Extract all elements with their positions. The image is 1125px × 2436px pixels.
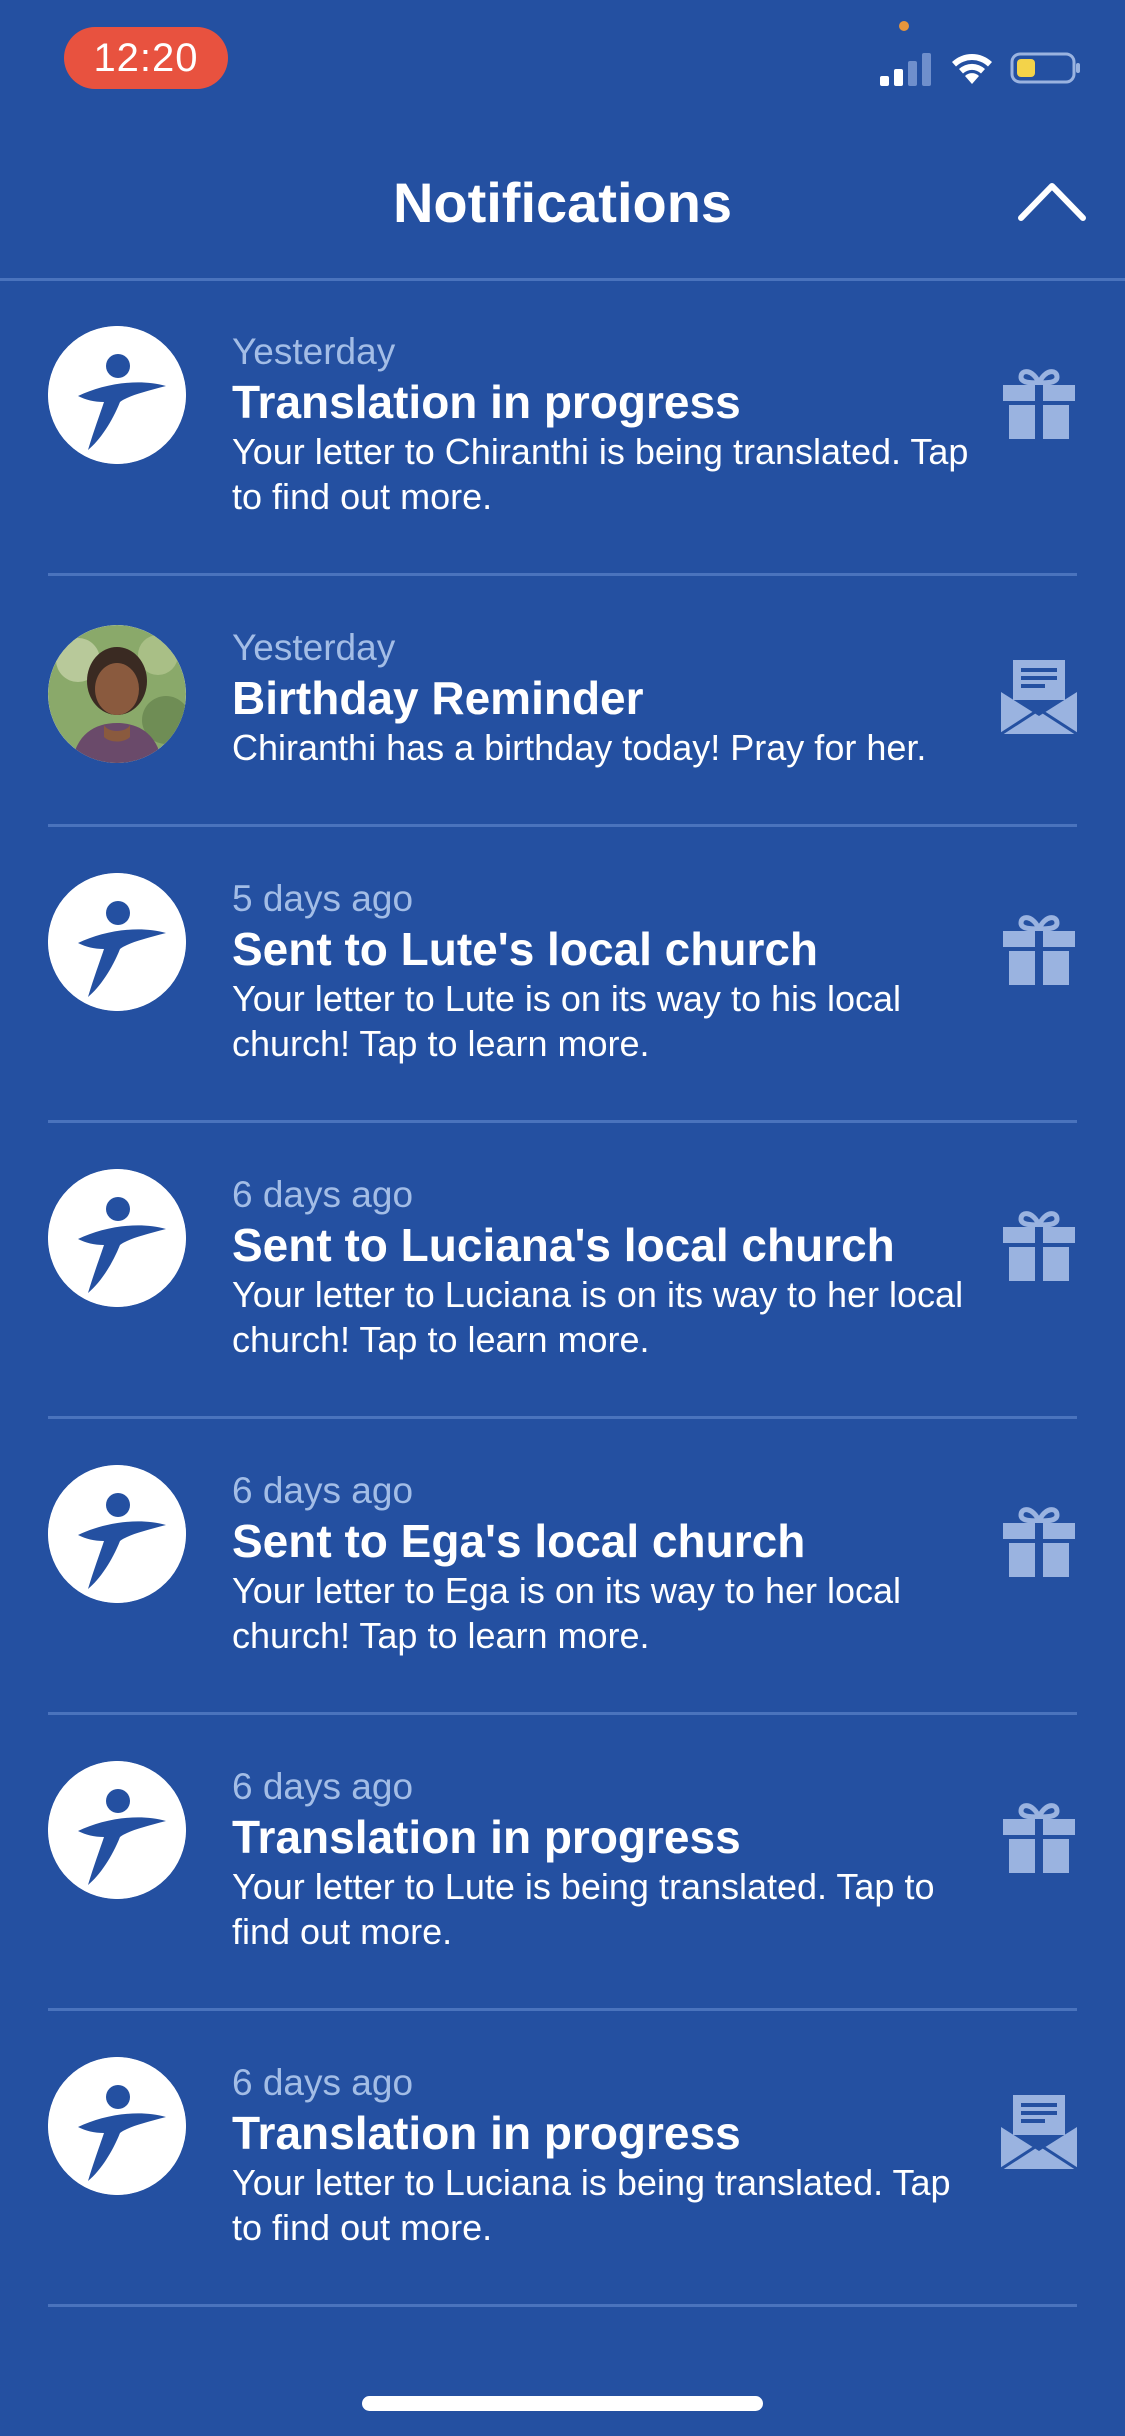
page-title: Notifications — [392, 171, 733, 234]
notification-time: 6 days ago — [232, 2062, 414, 2103]
wifi-icon — [952, 54, 992, 84]
logo-icon — [48, 1169, 186, 1307]
logo-icon — [48, 1465, 186, 1603]
notification-body: Your letter to Lute is being translated.… — [232, 1866, 935, 1952]
chevron-up-icon[interactable] — [1015, 172, 1089, 228]
notification-time: Yesterday — [232, 627, 396, 668]
status-bar: 12:20 — [0, 0, 1125, 120]
home-indicator[interactable] — [362, 2396, 763, 2411]
notification-time: Yesterday — [232, 331, 396, 372]
envelope-icon — [1000, 2095, 1078, 2171]
gift-icon — [1003, 369, 1075, 439]
signal-icon — [880, 53, 931, 86]
notification-item[interactable]: 6 days ago Translation in progress Your … — [48, 2011, 1078, 2307]
gift-icon — [1003, 1211, 1075, 1281]
notification-item[interactable]: Yesterday Birthday Reminder Chiranthi ha… — [48, 576, 1078, 827]
notification-item[interactable]: 6 days ago Translation in progress Your … — [48, 1715, 1077, 2011]
notification-title: Translation in progress — [232, 1811, 741, 1863]
notification-title: Translation in progress — [232, 2107, 741, 2159]
notification-item[interactable]: Yesterday Translation in progress Your l… — [48, 281, 1077, 576]
notification-body: Your letter to Lute is on its way to his… — [232, 978, 902, 1064]
notification-title: Sent to Lute's local church — [232, 923, 819, 975]
gift-icon — [1003, 1507, 1075, 1577]
logo-icon — [48, 1761, 186, 1899]
gift-icon — [1003, 1803, 1075, 1873]
notification-item[interactable]: 6 days ago Sent to Ega's local church Yo… — [48, 1419, 1077, 1715]
logo-icon — [48, 873, 186, 1011]
notification-body: Your letter to Ega is on its way to her … — [232, 1570, 902, 1656]
notification-title: Sent to Luciana's local church — [232, 1219, 895, 1271]
privacy-indicator-dot — [899, 21, 909, 31]
notification-body: Your letter to Luciana is being translat… — [232, 2162, 951, 2248]
notification-body: Your letter to Chiranthi is being transl… — [232, 431, 969, 517]
envelope-icon — [1000, 660, 1078, 736]
status-time: 12:20 — [64, 27, 228, 89]
notification-body: Your letter to Luciana is on its way to … — [232, 1274, 964, 1360]
notification-list: Yesterday Translation in progress Your l… — [0, 281, 1125, 2307]
logo-icon — [48, 2057, 186, 2195]
notification-title: Translation in progress — [232, 376, 741, 428]
logo-icon — [48, 326, 186, 464]
notification-time: 5 days ago — [232, 878, 414, 919]
child-photo — [48, 625, 186, 763]
notification-item[interactable]: 6 days ago Sent to Luciana's local churc… — [48, 1123, 1077, 1419]
notification-body: Chiranthi has a birthday today! Pray for… — [232, 727, 927, 768]
notification-time: 6 days ago — [232, 1766, 414, 1807]
gift-icon — [1003, 915, 1075, 985]
notification-time: 6 days ago — [232, 1470, 414, 1511]
notification-time: 6 days ago — [232, 1174, 414, 1215]
notification-title: Sent to Ega's local church — [232, 1515, 806, 1567]
notification-item[interactable]: 5 days ago Sent to Lute's local church Y… — [48, 827, 1077, 1123]
notification-title: Birthday Reminder — [232, 672, 644, 724]
battery-icon — [1010, 52, 1080, 84]
header: Notifications — [0, 120, 1125, 281]
